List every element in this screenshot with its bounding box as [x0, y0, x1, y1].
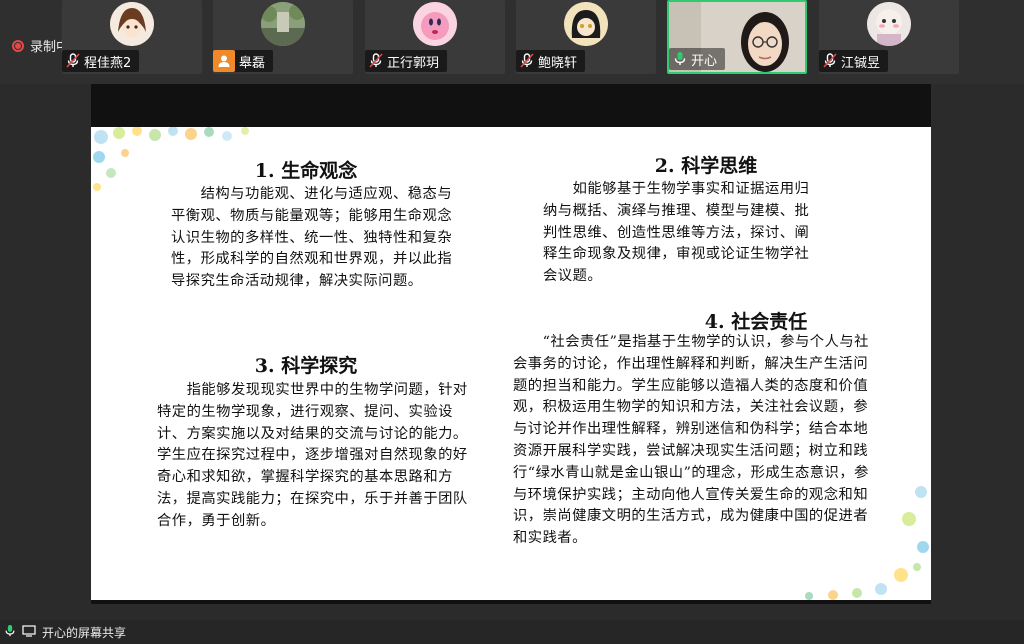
section-3-title: 3. 科学探究	[254, 355, 358, 377]
screen-share-icon	[22, 624, 36, 640]
participant-name: 皋磊	[239, 55, 266, 71]
share-status-bar: 开心的屏幕共享	[0, 620, 1024, 644]
participant-name: 江铖昱	[841, 55, 881, 71]
participant-name: 开心	[691, 53, 718, 69]
participant-tile-2[interactable]: 皋磊	[213, 0, 353, 74]
mic-active-icon	[673, 51, 687, 67]
participant-name: 鲍晓轩	[538, 55, 578, 71]
section-2-body: 如能够基于生物学事实和证据运用归纳与概括、演绎与推理、模型与建模、批判性思维、创…	[543, 181, 810, 285]
section-4-body: “社会责任”是指基于生物学的认识，参与个人与社会事务的讨论，作出理性解释和判断，…	[513, 334, 869, 547]
nameplate: 皋磊	[213, 50, 274, 72]
section-4-title: 4. 社会责任	[704, 311, 808, 333]
participant-bar: 录制中 程佳燕2 皋磊 正行郭玥 鲍晓轩 开心 江铖昱	[0, 0, 1024, 84]
avatar	[110, 2, 154, 46]
section-1-body: 结构与功能观、进化与适应观、稳态与平衡观、物质与能量观等；能够用生命观念认识生物…	[171, 186, 453, 290]
avatar	[261, 2, 305, 46]
mic-muted-icon	[823, 53, 837, 69]
record-icon	[12, 39, 24, 52]
section-3-body: 指能够发现现实世界中的生物学问题，针对特定的生物学现象，进行观察、提问、实验设计…	[157, 382, 468, 529]
avatar	[867, 2, 911, 46]
participant-name: 正行郭玥	[387, 55, 440, 71]
avatar	[413, 2, 457, 46]
participant-tile-4[interactable]: 鲍晓轩	[516, 0, 656, 74]
participant-tile-1[interactable]: 程佳燕2	[62, 0, 202, 74]
nameplate: 正行郭玥	[365, 50, 448, 72]
section-2-title: 2. 科学思维	[654, 155, 758, 177]
mic-active-icon	[4, 624, 16, 641]
participant-tile-5-active[interactable]: 开心	[667, 0, 807, 74]
nameplate: 江铖昱	[819, 50, 889, 72]
participant-tile-6[interactable]: 江铖昱	[819, 0, 959, 74]
nameplate: 鲍晓轩	[516, 50, 586, 72]
mic-muted-icon	[66, 53, 80, 69]
mic-muted-icon	[520, 53, 534, 69]
recording-indicator[interactable]: 录制中	[12, 36, 69, 55]
section-1-title: 1. 生命观念	[254, 160, 358, 182]
nameplate: 程佳燕2	[62, 50, 140, 72]
slide-content: 1. 生命观念 结构与功能观、进化与适应观、稳态与平衡观、物质与能量观等；能够用…	[91, 127, 931, 600]
participant-name: 程佳燕2	[84, 55, 132, 71]
share-status-label: 开心的屏幕共享	[42, 625, 127, 640]
participant-tile-3[interactable]: 正行郭玥	[365, 0, 505, 74]
avatar	[564, 2, 608, 46]
mic-muted-icon	[369, 53, 383, 69]
user-icon	[213, 50, 235, 72]
nameplate: 开心	[669, 48, 726, 70]
